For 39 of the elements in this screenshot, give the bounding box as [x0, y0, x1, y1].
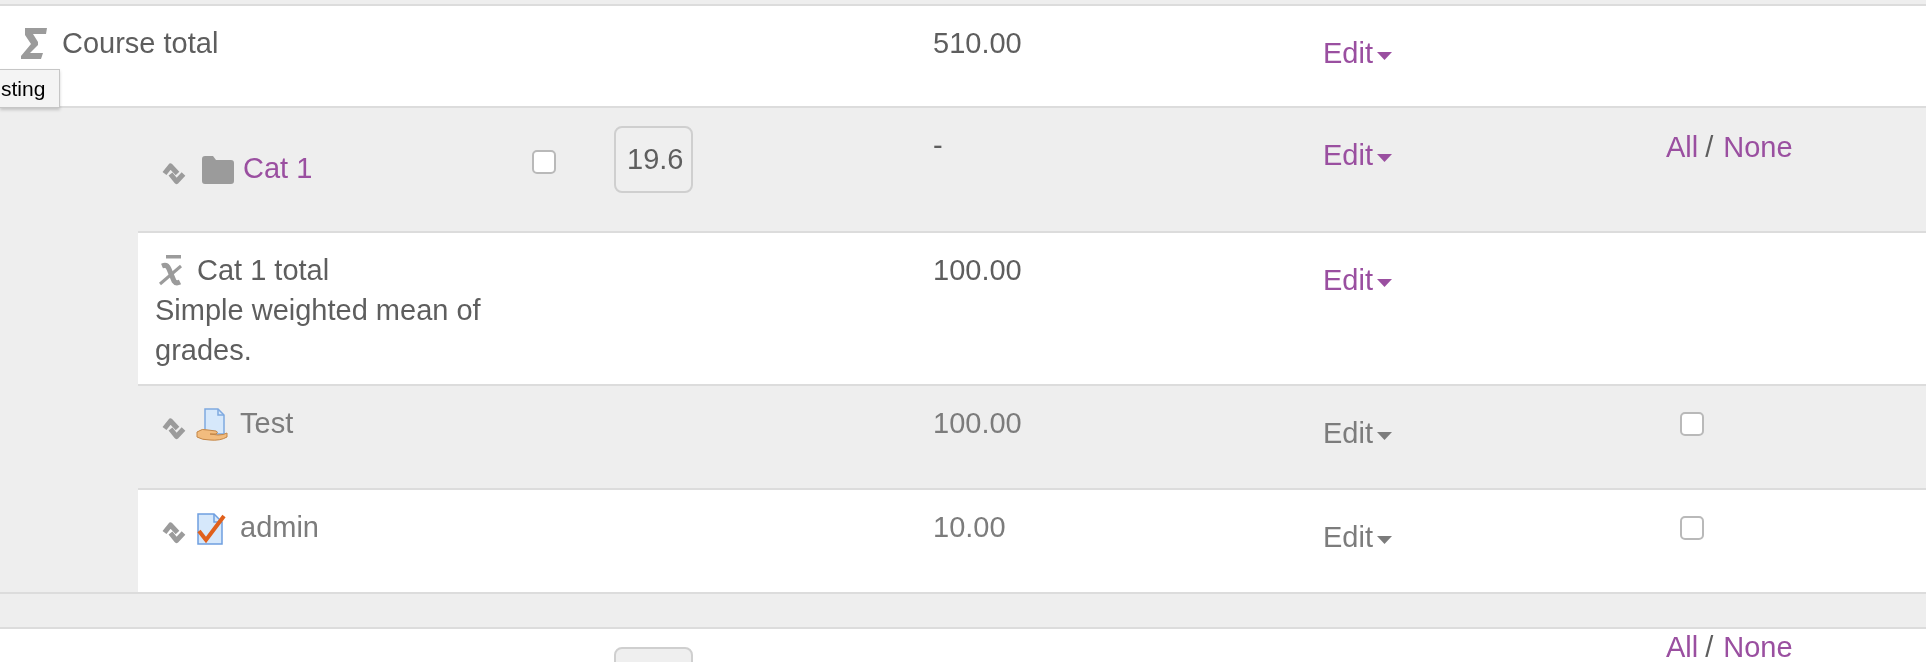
edit-menu-button[interactable]: Edit — [1323, 413, 1392, 453]
checkbox[interactable] — [532, 150, 556, 174]
item-name: Test — [240, 406, 294, 441]
total-label: Cat 1 total — [197, 253, 330, 288]
caret-icon — [1377, 52, 1392, 60]
checkbox[interactable] — [1680, 516, 1704, 540]
value-text: 510.00 — [933, 27, 1022, 59]
value-text: - — [933, 129, 943, 161]
document-check-icon — [196, 513, 226, 545]
tooltip: sting — [0, 69, 61, 108]
slash-separator: / — [1705, 131, 1714, 163]
edit-menu-button[interactable]: Edit — [1323, 135, 1392, 175]
description-text: Simple weighted mean of grades. — [155, 293, 482, 368]
none-link[interactable]: None — [1723, 131, 1793, 163]
category-link[interactable]: Cat 1 — [243, 148, 313, 188]
caret-icon — [1377, 432, 1392, 440]
up-down-chevrons-icon[interactable] — [162, 416, 186, 441]
up-down-chevrons-icon[interactable] — [162, 520, 186, 545]
edit-menu-button[interactable]: Edit — [1323, 260, 1392, 300]
all-link[interactable]: All — [1666, 131, 1699, 163]
caret-icon — [1377, 536, 1392, 544]
up-down-chevrons-icon[interactable] — [162, 161, 186, 186]
value-text: 100.00 — [933, 254, 1022, 286]
folder-icon — [202, 156, 234, 184]
input-field[interactable]: 19.6 — [614, 126, 693, 193]
all-link[interactable]: All — [1666, 631, 1699, 662]
checkbox[interactable] — [1680, 412, 1704, 436]
value-text: 100.00 — [933, 407, 1022, 439]
edit-menu-button[interactable]: Edit — [1323, 33, 1392, 73]
total-label: Course total — [62, 26, 219, 61]
item-name: admin — [240, 510, 319, 545]
none-link[interactable]: None — [1723, 631, 1793, 662]
caret-icon — [1377, 279, 1392, 287]
sigma-icon — [21, 28, 47, 59]
value-text: 10.00 — [933, 511, 1006, 543]
slash-separator: / — [1705, 631, 1714, 662]
caret-icon — [1377, 154, 1392, 162]
edit-menu-button[interactable]: Edit — [1323, 517, 1392, 557]
document-hand-icon — [196, 408, 228, 441]
